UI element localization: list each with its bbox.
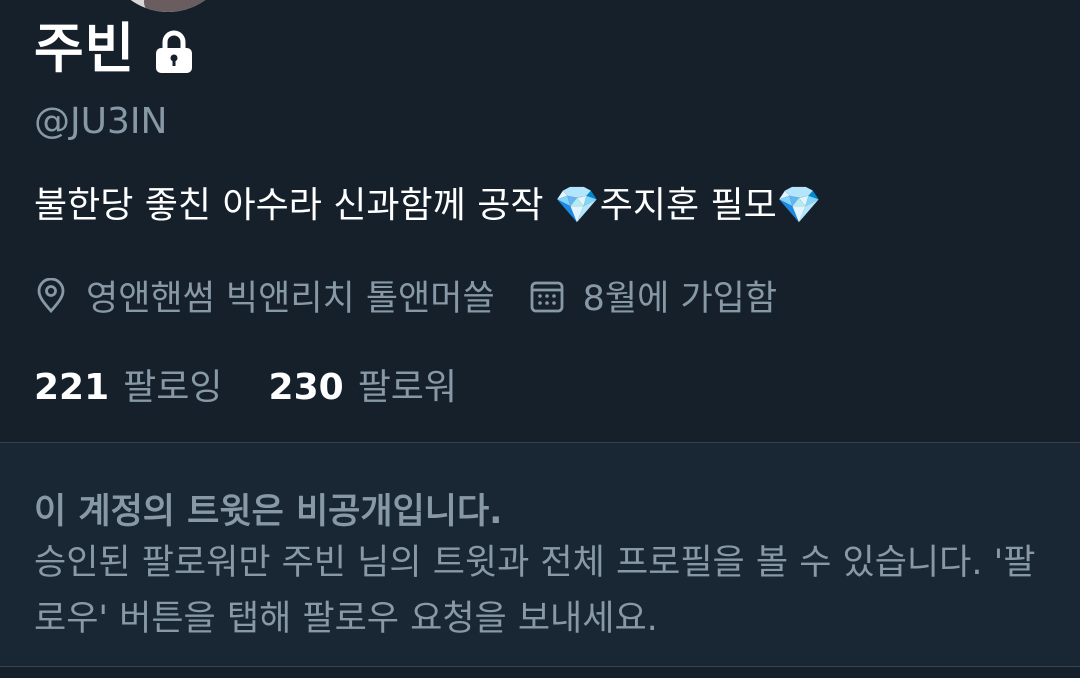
joined-text: 8월에 가입함 [582,279,778,319]
following-label: 팔로잉 [123,367,223,408]
location: 영앤핸썸 빅앤리치 톨앤머쓸 [34,270,495,321]
following-count: 221 [34,367,110,408]
profile-header: 주빈 @JU3IN 불한당 좋친 아수라 신과함께 공작 💎주지훈 필모💎 영앤… [0,0,1080,442]
display-name: 주빈 [34,17,136,80]
notice-body: 승인된 팔로워만 주빈 님의 트윗과 전체 프로필을 볼 수 있습니다. '팔로… [34,543,1036,639]
profile-meta: 영앤핸썸 빅앤리치 톨앤머쓸 8월에 가입함 [34,270,777,321]
followers-label: 팔로워 [357,367,458,408]
location-pin-icon [37,277,65,313]
username-handle: @JU3IN [34,101,168,142]
location-text: 영앤핸썸 빅앤리치 톨앤머쓸 [86,279,495,319]
notice-title: 이 계정의 트윗은 비공개입니다. [34,492,503,532]
calendar-icon [530,281,564,312]
bio: 불한당 좋친 아수라 신과함께 공작 💎주지훈 필모💎 [34,185,822,226]
lock-icon [156,30,193,73]
joined-date: 8월에 가입함 [529,270,777,321]
following-link[interactable]: 221 팔로잉 [34,358,223,410]
name-row: 주빈 [34,14,195,84]
followers-count: 230 [268,367,344,408]
bottom-area [0,667,1080,678]
followers-link[interactable]: 230 팔로워 [269,358,458,410]
follow-stats: 221 팔로잉 230 팔로워 [34,358,457,410]
protected-account-notice: 이 계정의 트윗은 비공개입니다. 승인된 팔로워만 주빈 님의 트윗과 전체 … [0,443,1080,666]
